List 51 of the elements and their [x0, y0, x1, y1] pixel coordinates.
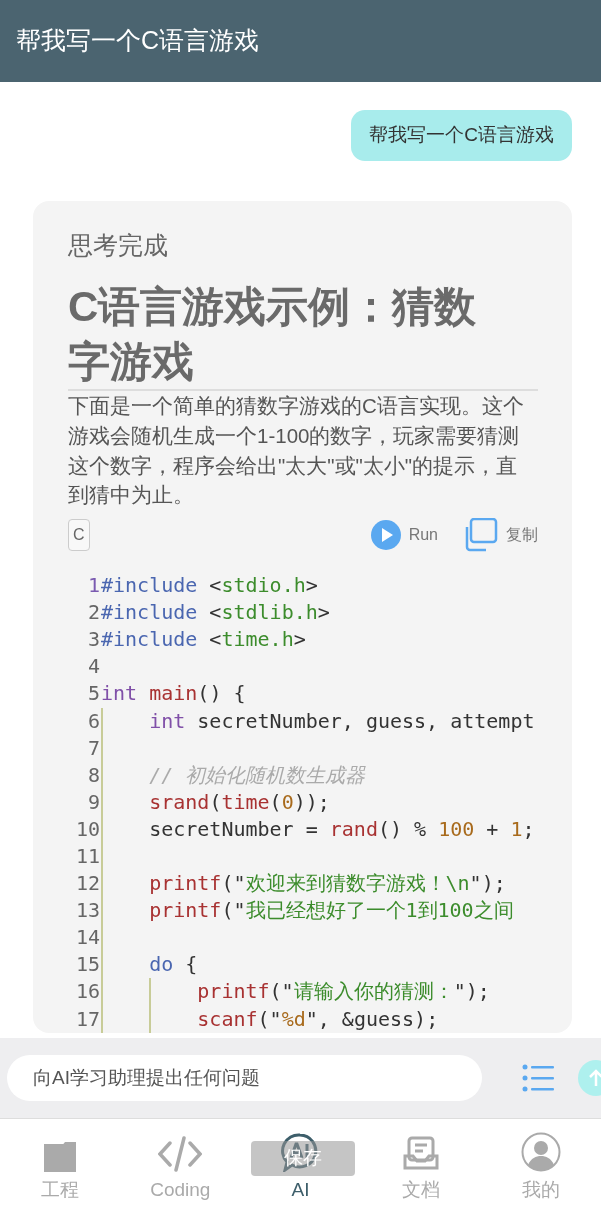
line-number: 5 [86, 680, 100, 708]
line-number: 15 [74, 951, 100, 979]
code-icon [158, 1136, 203, 1172]
code-line: #include <stdlib.h> [101, 599, 330, 627]
code-line: secretNumber = rand() % 100 + 1; [149, 815, 535, 843]
code-line: printf("请输入你的猜测："); [197, 978, 490, 1006]
document-tray-icon [402, 1136, 439, 1172]
code-line: printf("欢迎来到猜数字游戏！\n"); [149, 870, 506, 898]
message-input[interactable]: 向AI学习助理提出任何问题 [7, 1055, 482, 1101]
user-message: 帮我写一个C语言游戏 [351, 110, 572, 161]
code-line: srand(time(0)); [149, 788, 330, 816]
language-tag: C [68, 519, 90, 552]
line-number: 8 [86, 761, 100, 789]
code-line: // 初始化随机数生成器 [149, 761, 366, 789]
arrow-up-icon [588, 1068, 601, 1088]
line-number: 2 [86, 599, 100, 627]
code-line: int secretNumber, guess, attempt [149, 707, 535, 735]
page-title: 帮我写一个C语言游戏 [16, 25, 260, 57]
line-number: 10 [74, 815, 100, 843]
line-number: 12 [74, 870, 100, 898]
code-line: #include <stdio.h> [101, 572, 318, 600]
code-line: int main() { [101, 680, 246, 708]
line-number: 3 [86, 626, 100, 654]
list-button[interactable] [522, 1062, 554, 1094]
nav-tab[interactable]: 文档 [360, 1127, 481, 1206]
nav-tab[interactable]: 工程 [0, 1127, 121, 1206]
nav-tab[interactable]: Coding [120, 1127, 241, 1206]
line-number: 1 [86, 572, 100, 600]
line-number: 14 [74, 924, 100, 952]
line-number: 13 [74, 897, 100, 925]
line-number: 11 [74, 843, 100, 870]
code-line: printf("我已经想好了一个1到100之间 [149, 897, 514, 925]
code-line: do { [149, 951, 198, 979]
nav-tab[interactable]: 我的 [480, 1127, 601, 1206]
run-button[interactable]: Run [370, 520, 438, 551]
code-line: #include <time.h> [101, 626, 306, 654]
status-text: 思考完成 [68, 229, 169, 261]
line-number: 16 [74, 978, 100, 1006]
answer-paragraph: 下面是一个简单的猜数字游戏的C语言实现。这个游戏会随机生成一个1-100的数字，玩家需要猜测这个数字，程序会给出"太大"或"太小"的提示，直到猜中为止。 [68, 393, 525, 509]
line-number: 7 [86, 734, 100, 762]
line-number: 9 [86, 788, 100, 816]
line-number: 17 [74, 1005, 100, 1033]
play-icon [370, 520, 401, 551]
folder-icon [43, 1142, 78, 1172]
line-number: 6 [86, 707, 100, 735]
avatar-icon [520, 1132, 561, 1172]
copy-button[interactable]: 复制 [462, 518, 538, 553]
answer-heading: C语言游戏示例：猜数字游戏 [68, 282, 478, 387]
line-number: 4 [86, 653, 100, 681]
code-line: scanf("%d", &guess); [197, 1005, 439, 1033]
list-icon [522, 1062, 554, 1094]
